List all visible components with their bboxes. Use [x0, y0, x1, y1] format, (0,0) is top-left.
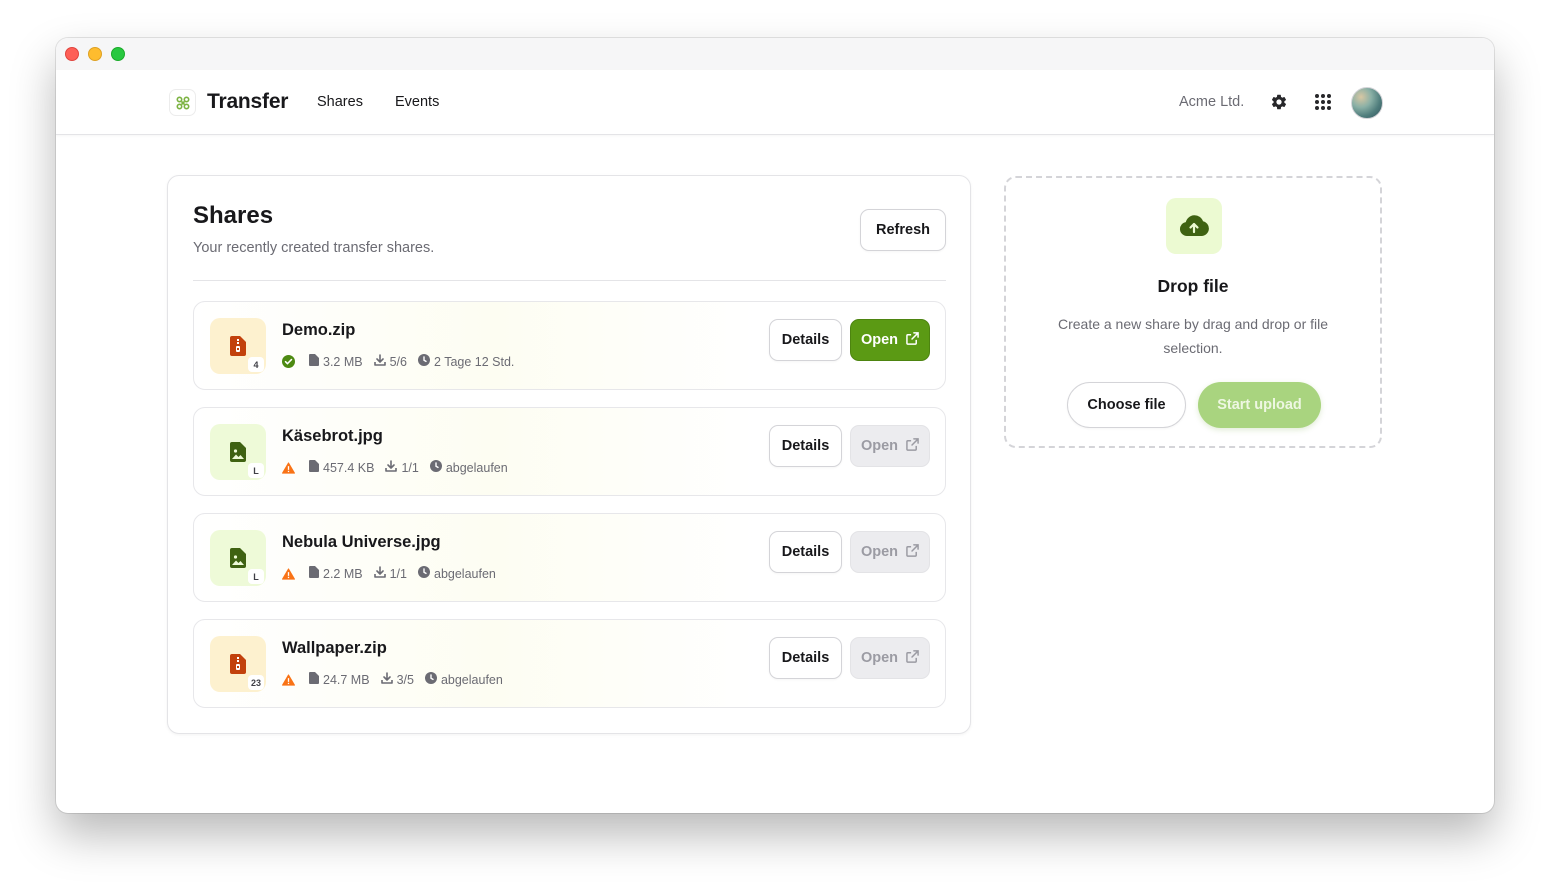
- clock-icon: [418, 566, 430, 581]
- file-count-badge: 23: [248, 675, 264, 690]
- clock-icon: [424, 672, 437, 687]
- details-button[interactable]: Details: [769, 531, 842, 573]
- user-avatar[interactable]: [1351, 87, 1383, 119]
- open-button-label: Open: [860, 544, 899, 560]
- clock-icon: [429, 460, 442, 475]
- share-downloads: 5/6: [389, 354, 407, 369]
- download-icon: [373, 566, 386, 581]
- brand-title[interactable]: Transfer: [207, 90, 288, 114]
- share-file-name: Nebula Universe.jpg: [282, 533, 441, 551]
- choose-file-button[interactable]: Choose file: [1067, 382, 1186, 428]
- share-downloads: 1/1: [389, 566, 407, 581]
- share-file-name: Käsebrot.jpg: [282, 427, 383, 445]
- share-row: L Nebula Universe.jpg 2.2 MB 1/1 abgelau…: [193, 513, 946, 602]
- share-expiry: abgelaufen: [445, 460, 508, 475]
- share-file-name: Demo.zip: [282, 321, 356, 339]
- share-row: L Käsebrot.jpg 457.4 KB 1/1 abgelaufen D…: [193, 407, 946, 496]
- external-link-icon: [906, 437, 919, 455]
- close-window-button[interactable]: [65, 47, 79, 61]
- start-upload-button[interactable]: Start upload: [1198, 382, 1321, 428]
- open-button[interactable]: Open: [850, 319, 930, 361]
- share-file-name: Wallpaper.zip: [282, 639, 387, 657]
- shares-subtitle: Your recently created transfer shares.: [193, 240, 435, 256]
- share-meta: 3.2 MB 5/6 2 Tage 12 Std.: [282, 354, 525, 369]
- file-count-badge: 4: [248, 357, 264, 372]
- share-downloads: 3/5: [396, 672, 414, 687]
- details-button[interactable]: Details: [769, 319, 842, 361]
- file-size-icon: [309, 672, 319, 687]
- gear-icon[interactable]: [1267, 90, 1291, 114]
- warning-icon: [282, 673, 295, 686]
- drop-description: Create a new share by drag and drop or f…: [1057, 316, 1329, 356]
- share-expiry: 2 Tage 12 Std.: [434, 354, 515, 369]
- share-file-size: 3.2 MB: [323, 354, 363, 369]
- window-titlebar: [56, 38, 1494, 70]
- open-button[interactable]: Open: [850, 425, 930, 467]
- file-size-icon: [309, 460, 319, 475]
- file-size-icon: [309, 354, 319, 369]
- share-downloads: 1/1: [401, 460, 419, 475]
- apps-grid-icon[interactable]: [1311, 90, 1335, 114]
- warning-icon: [282, 567, 295, 580]
- clock-icon: [418, 354, 430, 369]
- share-meta: 457.4 KB 1/1 abgelaufen: [282, 460, 519, 475]
- top-navbar: Transfer Shares Events Acme Ltd.: [56, 70, 1494, 135]
- nav-link-events[interactable]: Events: [395, 94, 439, 110]
- file-size-icon: [309, 566, 319, 581]
- open-button-label: Open: [860, 650, 899, 666]
- refresh-button[interactable]: Refresh: [860, 209, 946, 251]
- open-button-label: Open: [860, 332, 899, 348]
- share-file-size: 24.7 MB: [323, 672, 370, 687]
- header-divider: [193, 280, 946, 281]
- cloud-upload-icon: [1166, 198, 1222, 254]
- external-link-icon: [906, 543, 919, 561]
- open-button[interactable]: Open: [850, 531, 930, 573]
- zip-file-icon: 23: [210, 636, 266, 692]
- file-count-badge: L: [248, 569, 264, 584]
- share-row: 4 Demo.zip 3.2 MB 5/6 2 Tage 12 Std. Det…: [193, 301, 946, 390]
- image-file-icon: L: [210, 424, 266, 480]
- nav-link-shares[interactable]: Shares: [317, 94, 363, 110]
- share-row: 23 Wallpaper.zip 24.7 MB 3/5 abgelaufen …: [193, 619, 946, 708]
- check-circle-icon: [282, 355, 295, 368]
- open-button-label: Open: [860, 438, 899, 454]
- external-link-icon: [906, 649, 919, 667]
- image-file-icon: L: [210, 530, 266, 586]
- maximize-window-button[interactable]: [111, 47, 125, 61]
- share-expiry: abgelaufen: [440, 672, 503, 687]
- share-meta: 2.2 MB 1/1 abgelaufen: [282, 566, 507, 581]
- details-button[interactable]: Details: [769, 637, 842, 679]
- open-button[interactable]: Open: [850, 637, 930, 679]
- external-link-icon: [906, 331, 919, 349]
- drop-title: Drop file: [1157, 276, 1229, 296]
- zip-file-icon: 4: [210, 318, 266, 374]
- shares-title: Shares: [193, 202, 274, 229]
- organization-name: Acme Ltd.: [1179, 94, 1245, 110]
- file-count-badge: L: [248, 463, 264, 478]
- share-meta: 24.7 MB 3/5 abgelaufen: [282, 672, 514, 687]
- share-file-size: 2.2 MB: [323, 566, 363, 581]
- logo-icon[interactable]: [169, 89, 196, 116]
- download-icon: [380, 672, 393, 687]
- app-window: Transfer Shares Events Acme Ltd. Shares …: [56, 38, 1494, 813]
- download-icon: [385, 460, 398, 475]
- share-expiry: abgelaufen: [434, 566, 496, 581]
- warning-icon: [282, 461, 295, 474]
- details-button[interactable]: Details: [769, 425, 842, 467]
- minimize-window-button[interactable]: [88, 47, 102, 61]
- download-icon: [373, 354, 386, 369]
- share-file-size: 457.4 KB: [323, 460, 375, 475]
- file-drop-zone[interactable]: Drop file Create a new share by drag and…: [1004, 176, 1382, 448]
- shares-card: Shares Your recently created transfer sh…: [167, 175, 971, 734]
